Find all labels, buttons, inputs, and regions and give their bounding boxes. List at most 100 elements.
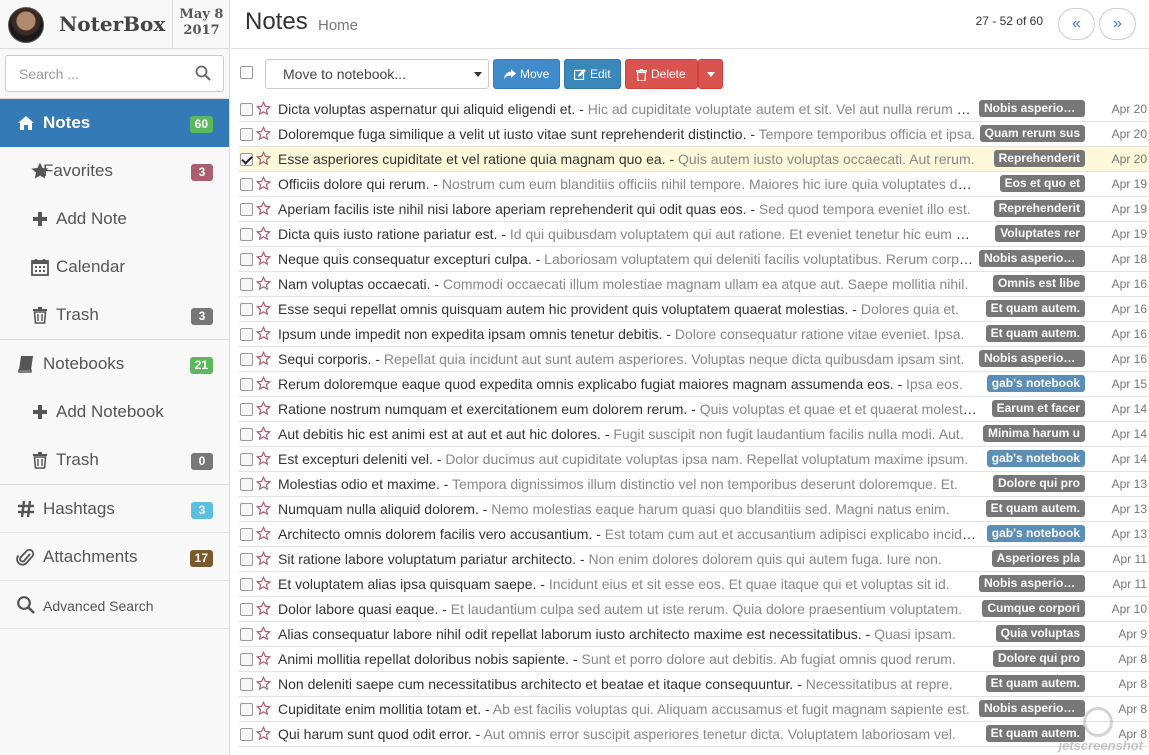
sidebar-item-hashtags[interactable]: Hashtags 3 — [0, 485, 229, 533]
move-to-notebook-select[interactable]: Move to notebook... — [265, 59, 489, 89]
note-checkbox[interactable] — [240, 203, 253, 216]
star-icon[interactable] — [256, 626, 271, 641]
note-text[interactable]: Doloremque fuga similique a velit ut ius… — [278, 126, 978, 142]
note-text[interactable]: Rerum doloremque eaque quod expedita omn… — [278, 376, 978, 392]
edit-button[interactable]: Edit — [564, 59, 621, 89]
note-checkbox[interactable] — [240, 653, 253, 666]
note-checkbox[interactable] — [240, 278, 253, 291]
sidebar-item-add-notebook[interactable]: Add Notebook — [0, 388, 229, 436]
note-text[interactable]: Numquam nulla aliquid dolorem. - Nemo mo… — [278, 501, 978, 517]
star-icon[interactable] — [256, 101, 271, 116]
note-row[interactable]: Dicta quis iusto ratione pariatur est. -… — [239, 222, 1149, 247]
notebook-label[interactable]: Asperiores pla — [991, 550, 1085, 567]
notebook-label[interactable]: Quia voluptas — [995, 625, 1085, 642]
notebook-label[interactable]: Dolore qui pro — [993, 475, 1085, 492]
sidebar-item-notebooks[interactable]: Notebooks 21 — [0, 340, 229, 388]
star-icon[interactable] — [256, 226, 271, 241]
select-all-checkbox[interactable] — [240, 66, 253, 79]
notebook-label[interactable]: Eos et quo et — [999, 175, 1085, 192]
notebook-label[interactable]: Nobis asperiores — [979, 100, 1085, 117]
notebook-label[interactable]: Omnis est libe — [992, 275, 1085, 292]
notebook-label[interactable]: Reprehenderit — [993, 150, 1085, 167]
notebook-label[interactable]: gab's notebook — [986, 525, 1085, 542]
note-row[interactable]: Non deleniti saepe cum necessitatibus ar… — [239, 672, 1149, 697]
note-text[interactable]: Dolor labore quasi eaque. - Et laudantiu… — [278, 601, 978, 617]
note-text[interactable]: Et voluptatem alias ipsa quisquam saepe.… — [278, 576, 978, 592]
note-row[interactable]: Architecto omnis dolorem facilis vero ac… — [239, 522, 1149, 547]
star-icon[interactable] — [256, 701, 271, 716]
notebook-label[interactable]: gab's notebook — [986, 375, 1085, 392]
note-row[interactable]: Molestias odio et maxime. - Tempora dign… — [239, 472, 1149, 497]
notebook-label[interactable]: Et quam autem. — [985, 300, 1085, 317]
notebook-label[interactable]: gab's notebook — [986, 450, 1085, 467]
sidebar-item-notes[interactable]: Notes 60 — [0, 99, 229, 147]
note-text[interactable]: Neque quis consequatur excepturi culpa. … — [278, 251, 978, 267]
note-checkbox[interactable] — [240, 403, 253, 416]
star-icon[interactable] — [256, 301, 271, 316]
note-checkbox[interactable] — [240, 453, 253, 466]
notebook-label[interactable]: Nobis asperiores — [979, 350, 1085, 367]
note-row[interactable]: Numquam nulla aliquid dolorem. - Nemo mo… — [239, 497, 1149, 522]
note-checkbox[interactable] — [240, 303, 253, 316]
star-icon[interactable] — [256, 376, 271, 391]
star-icon[interactable] — [256, 726, 271, 741]
star-icon[interactable] — [256, 576, 271, 591]
note-row[interactable]: Et voluptatem alias ipsa quisquam saepe.… — [239, 572, 1149, 597]
note-row[interactable]: Ratione nostrum numquam et exercitatione… — [239, 397, 1149, 422]
note-checkbox[interactable] — [240, 228, 253, 241]
note-checkbox[interactable] — [240, 428, 253, 441]
star-icon[interactable] — [256, 126, 271, 141]
star-icon[interactable] — [256, 426, 271, 441]
note-text[interactable]: Qui harum sunt quod odit error. - Aut om… — [278, 726, 978, 742]
sidebar-item-add-note[interactable]: Add Note — [0, 195, 229, 243]
next-page-button[interactable]: » — [1099, 8, 1136, 40]
breadcrumb[interactable]: Home — [318, 17, 358, 34]
star-icon[interactable] — [256, 651, 271, 666]
note-row[interactable]: Animi mollitia repellat doloribus nobis … — [239, 647, 1149, 672]
note-text[interactable]: Architecto omnis dolorem facilis vero ac… — [278, 526, 978, 542]
notebook-label[interactable]: Et quam autem. — [985, 325, 1085, 342]
note-row[interactable]: Alias consequatur labore nihil odit repe… — [239, 622, 1149, 647]
sidebar-item-attachments[interactable]: Attachments 17 — [0, 533, 229, 581]
sidebar-item-advanced-search[interactable]: Advanced Search — [0, 581, 229, 629]
note-text[interactable]: Molestias odio et maxime. - Tempora dign… — [278, 476, 978, 492]
note-text[interactable]: Nam voluptas occaecati. - Commodi occaec… — [278, 276, 978, 292]
note-text[interactable]: Cupiditate enim mollitia totam et. - Ab … — [278, 701, 978, 717]
notebook-label[interactable]: Et quam autem. — [985, 675, 1085, 692]
note-text[interactable]: Sequi corporis. - Repellat quia incidunt… — [278, 351, 978, 367]
notebook-label[interactable]: Nobis asperiores — [979, 250, 1085, 267]
star-icon[interactable] — [256, 176, 271, 191]
note-text[interactable]: Est excepturi deleniti vel. - Dolor duci… — [278, 451, 978, 467]
notebook-label[interactable]: Dolore qui pro — [993, 650, 1085, 667]
note-text[interactable]: Sit ratione labore voluptatum pariatur a… — [278, 551, 978, 567]
star-icon[interactable] — [256, 676, 271, 691]
note-row[interactable]: Ipsum unde impedit non expedita ipsam om… — [239, 322, 1149, 347]
note-row[interactable]: Est excepturi deleniti vel. - Dolor duci… — [239, 447, 1149, 472]
notebook-label[interactable]: Reprehenderit — [993, 200, 1085, 217]
star-icon[interactable] — [256, 151, 271, 166]
note-row[interactable]: Aperiam facilis iste nihil nisi labore a… — [239, 197, 1149, 222]
notebook-label[interactable]: Et quam autem. — [985, 500, 1085, 517]
sidebar-item-favorites[interactable]: Favorites 3 — [0, 147, 229, 195]
note-checkbox[interactable] — [240, 678, 253, 691]
note-text[interactable]: Dicta voluptas aspernatur qui aliquid el… — [278, 101, 978, 117]
notebook-label[interactable]: Voluptates rer — [995, 225, 1085, 242]
note-checkbox[interactable] — [240, 503, 253, 516]
note-checkbox[interactable] — [240, 628, 253, 641]
note-checkbox[interactable] — [240, 728, 253, 741]
star-icon[interactable] — [256, 326, 271, 341]
star-icon[interactable] — [256, 501, 271, 516]
note-text[interactable]: Non deleniti saepe cum necessitatibus ar… — [278, 676, 978, 692]
note-row[interactable]: Aut debitis hic est animi est at aut et … — [239, 422, 1149, 447]
note-row[interactable]: Neque quis consequatur excepturi culpa. … — [239, 247, 1149, 272]
note-row[interactable]: Qui harum sunt quod odit error. - Aut om… — [239, 722, 1149, 747]
sidebar-item-trash[interactable]: Trash 3 — [0, 291, 229, 339]
note-checkbox[interactable] — [240, 478, 253, 491]
note-text[interactable]: Alias consequatur labore nihil odit repe… — [278, 626, 978, 642]
sidebar-item-notebook-trash[interactable]: Trash 0 — [0, 436, 229, 484]
note-checkbox[interactable] — [240, 703, 253, 716]
notebook-label[interactable]: Minima harum u — [982, 425, 1085, 442]
star-icon[interactable] — [256, 601, 271, 616]
note-checkbox[interactable] — [240, 253, 253, 266]
note-text[interactable]: Esse sequi repellat omnis quisquam autem… — [278, 301, 978, 317]
